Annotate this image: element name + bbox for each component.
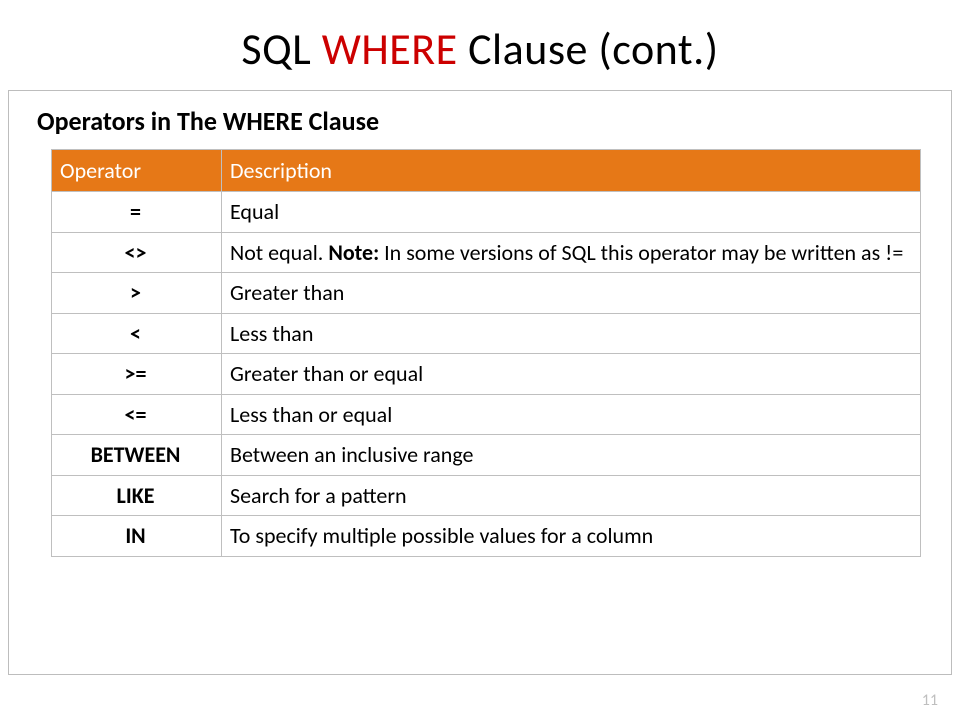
note-label: Note:: [328, 239, 379, 266]
page-number: 11: [922, 691, 938, 710]
description-cell: Less than: [222, 313, 921, 354]
subtitle: Operators in The WHERE Clause: [37, 105, 931, 137]
operator-cell: BETWEEN: [52, 435, 222, 476]
operator-cell: >=: [52, 354, 222, 395]
slide: SQL WHERE Clause (cont.) Operators in Th…: [0, 0, 960, 720]
header-description: Description: [222, 150, 921, 192]
table-row: >= Greater than or equal: [52, 354, 921, 395]
table-row: LIKE Search for a pattern: [52, 475, 921, 516]
title-keyword: WHERE: [322, 22, 458, 76]
operator-cell: <>: [52, 232, 222, 273]
table-row: < Less than: [52, 313, 921, 354]
table-row: <= Less than or equal: [52, 394, 921, 435]
table-row: IN To specify multiple possible values f…: [52, 516, 921, 557]
description-cell: Equal: [222, 192, 921, 233]
table-row: = Equal: [52, 192, 921, 233]
description-cell: Greater than or equal: [222, 354, 921, 395]
description-cell: Less than or equal: [222, 394, 921, 435]
slide-title: SQL WHERE Clause (cont.): [0, 22, 960, 76]
desc-post: In some versions of SQL this operator ma…: [379, 239, 903, 266]
description-cell: Not equal. Note: In some versions of SQL…: [222, 232, 921, 273]
operator-cell: >: [52, 273, 222, 314]
table-header-row: Operator Description: [52, 150, 921, 192]
table-row: > Greater than: [52, 273, 921, 314]
header-operator: Operator: [52, 150, 222, 192]
operator-cell: IN: [52, 516, 222, 557]
desc-pre: Not equal.: [230, 239, 328, 266]
title-post: Clause (cont.): [458, 22, 719, 76]
operator-cell: <: [52, 313, 222, 354]
table-row: BETWEEN Between an inclusive range: [52, 435, 921, 476]
content-box: Operators in The WHERE Clause Operator D…: [8, 90, 952, 675]
title-pre: SQL: [241, 22, 321, 76]
description-cell: To specify multiple possible values for …: [222, 516, 921, 557]
operators-table: Operator Description = Equal <> Not equa…: [51, 149, 921, 557]
operator-cell: =: [52, 192, 222, 233]
operator-cell: LIKE: [52, 475, 222, 516]
description-cell: Greater than: [222, 273, 921, 314]
operator-cell: <=: [52, 394, 222, 435]
description-cell: Between an inclusive range: [222, 435, 921, 476]
table-row: <> Not equal. Note: In some versions of …: [52, 232, 921, 273]
description-cell: Search for a pattern: [222, 475, 921, 516]
